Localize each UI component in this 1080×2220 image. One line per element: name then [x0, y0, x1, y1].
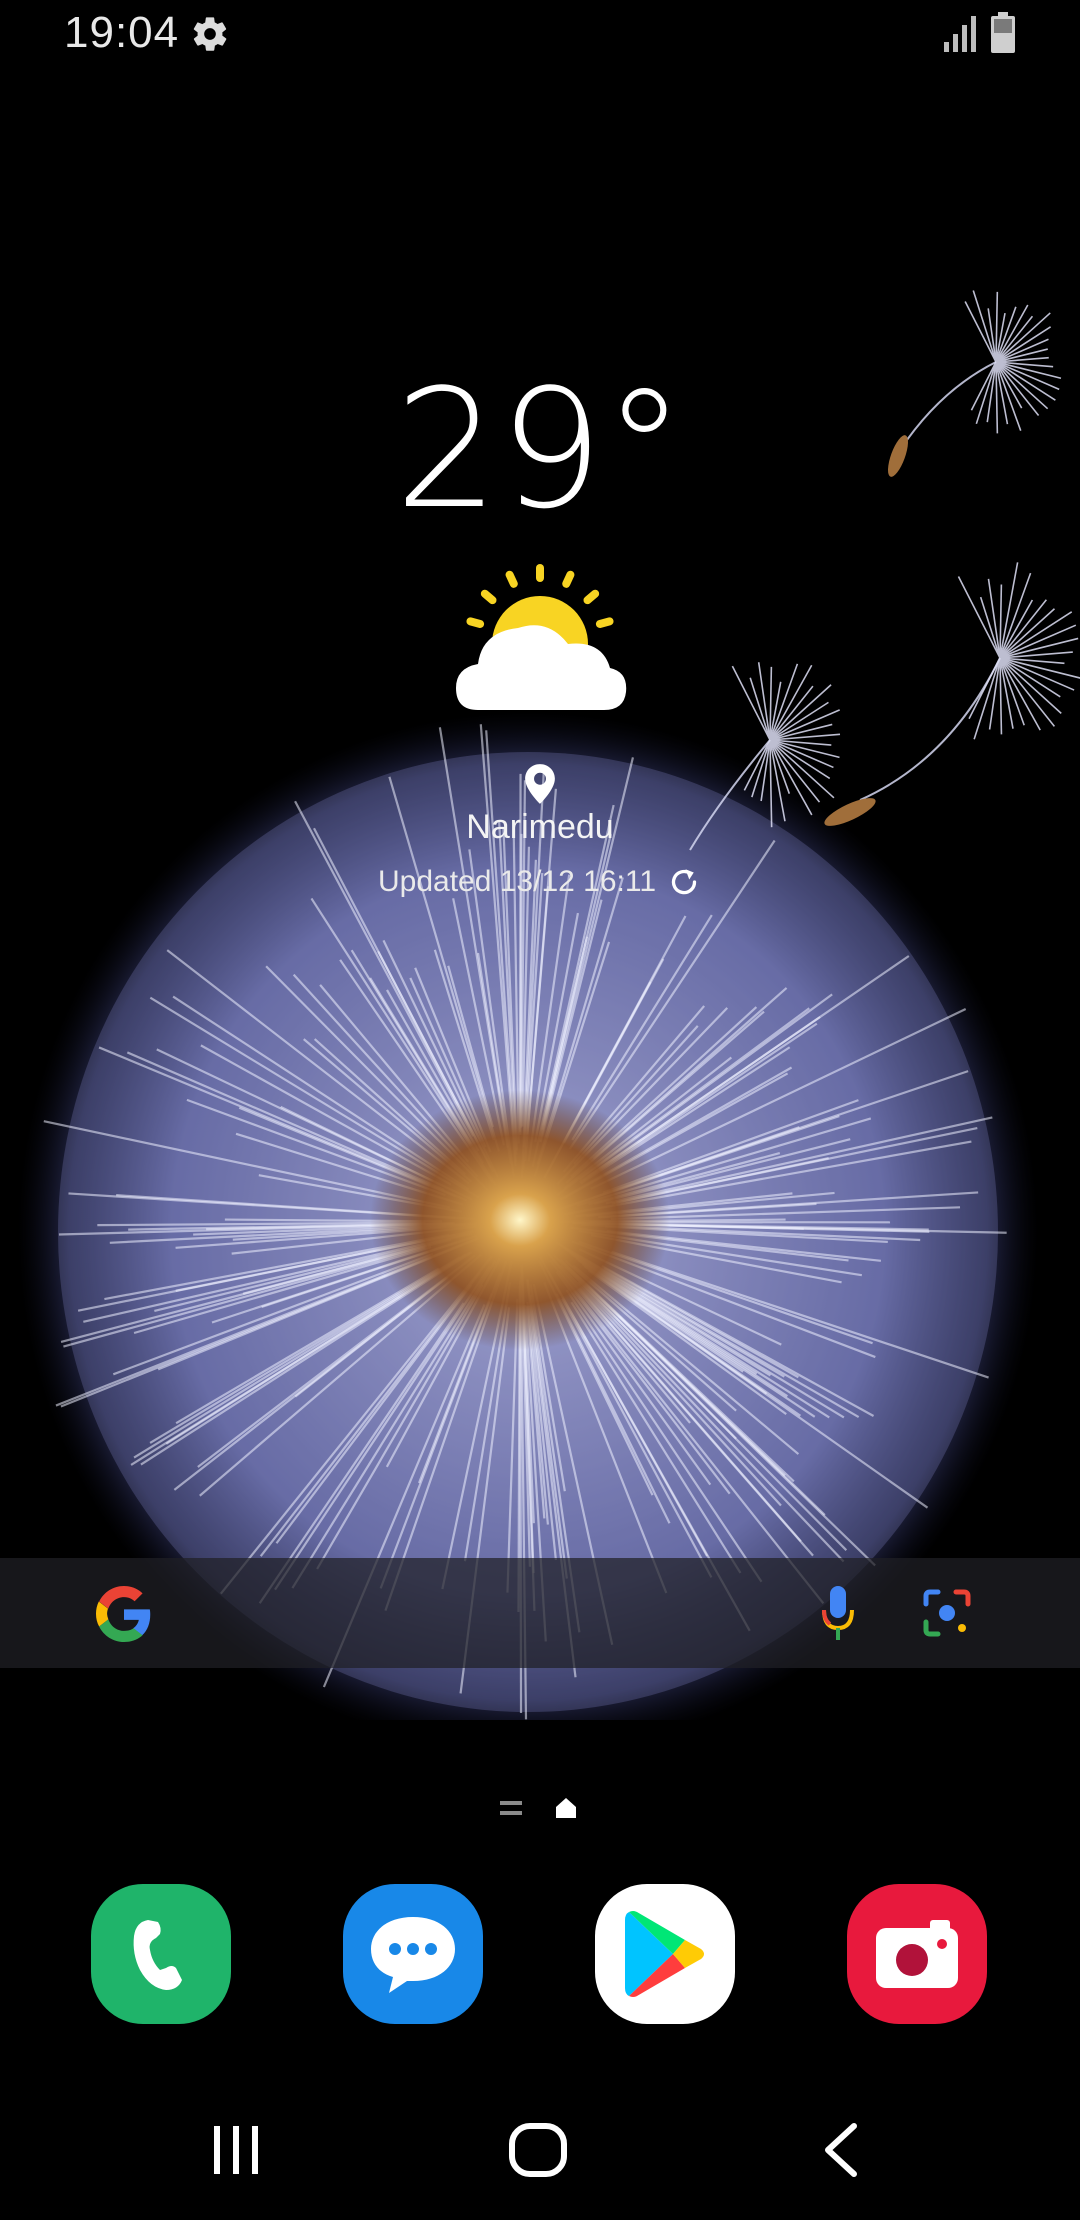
camera-app[interactable]: [847, 1884, 987, 2024]
status-bar: 19:04: [0, 0, 1080, 70]
play-store-icon: [625, 1911, 704, 1997]
lens-icon[interactable]: [922, 1588, 972, 1638]
battery-icon: [991, 12, 1015, 53]
floating-seed-filament: [999, 657, 1056, 727]
floating-seed-filament: [995, 315, 1034, 363]
home-button[interactable]: [508, 2122, 568, 2178]
floating-seed-filament: [979, 596, 1001, 659]
signal-icon: [944, 16, 976, 52]
status-time: 19:04: [64, 8, 180, 57]
floating-seed-filament: [769, 739, 831, 780]
google-search-bar[interactable]: [0, 1558, 1080, 1668]
navigation-bar: [0, 2100, 1080, 2220]
weather-location: Narimedu: [466, 808, 614, 846]
floating-seed-filament: [995, 361, 1040, 416]
location-pin-icon: [525, 764, 555, 804]
phone-icon: [133, 1920, 182, 1990]
floating-seed-filament: [999, 599, 1047, 659]
page-menu-indicator-icon: [500, 1801, 522, 1815]
floating-seed-filament: [995, 361, 999, 434]
messages-app[interactable]: [343, 1884, 483, 2024]
gear-icon: [193, 17, 227, 51]
floating-seed-filament: [999, 572, 1032, 659]
recents-button[interactable]: [208, 2122, 264, 2178]
floating-seed-filament: [999, 584, 1003, 659]
updated-text: Updated 13/12 16:11: [377, 865, 656, 898]
floating-seed-filament: [999, 657, 1061, 698]
back-button[interactable]: [818, 2122, 862, 2178]
messages-icon: [371, 1917, 455, 1993]
play-store-app[interactable]: [595, 1884, 735, 2024]
floating-seed-filament: [999, 611, 1073, 659]
weather-temperature: 29°: [394, 354, 686, 545]
floating-seed-filament: [749, 677, 771, 741]
floating-seed-filament: [995, 291, 999, 363]
app-dock: [0, 1884, 1080, 2028]
floating-seed-filament: [769, 666, 773, 741]
partly-sunny-icon: [456, 564, 627, 710]
weather-widget[interactable]: 29° Narimedu Updated 13/12 16:11: [340, 360, 740, 920]
home-screen: 19:04 29° Narimedu Updated 13/12 16:11: [0, 0, 1080, 2220]
search-input[interactable]: [180, 1578, 784, 1650]
mic-icon[interactable]: [818, 1584, 858, 1644]
google-logo[interactable]: [96, 1586, 152, 1642]
camera-icon: [876, 1920, 958, 1988]
floating-seed-filament: [769, 701, 829, 741]
updated-row: Updated 13/12 16:11: [280, 864, 800, 900]
page-home-indicator-icon: [556, 1798, 576, 1818]
floating-seed-filament: [972, 290, 997, 363]
page-indicator: [500, 1794, 590, 1824]
phone-app[interactable]: [91, 1884, 231, 2024]
floating-seed-filament: [999, 657, 1003, 735]
floating-seed-filament: [769, 685, 814, 741]
floating-seed-filament: [995, 361, 1056, 401]
refresh-icon[interactable]: [666, 864, 702, 900]
floating-seed-filament: [995, 326, 1052, 363]
